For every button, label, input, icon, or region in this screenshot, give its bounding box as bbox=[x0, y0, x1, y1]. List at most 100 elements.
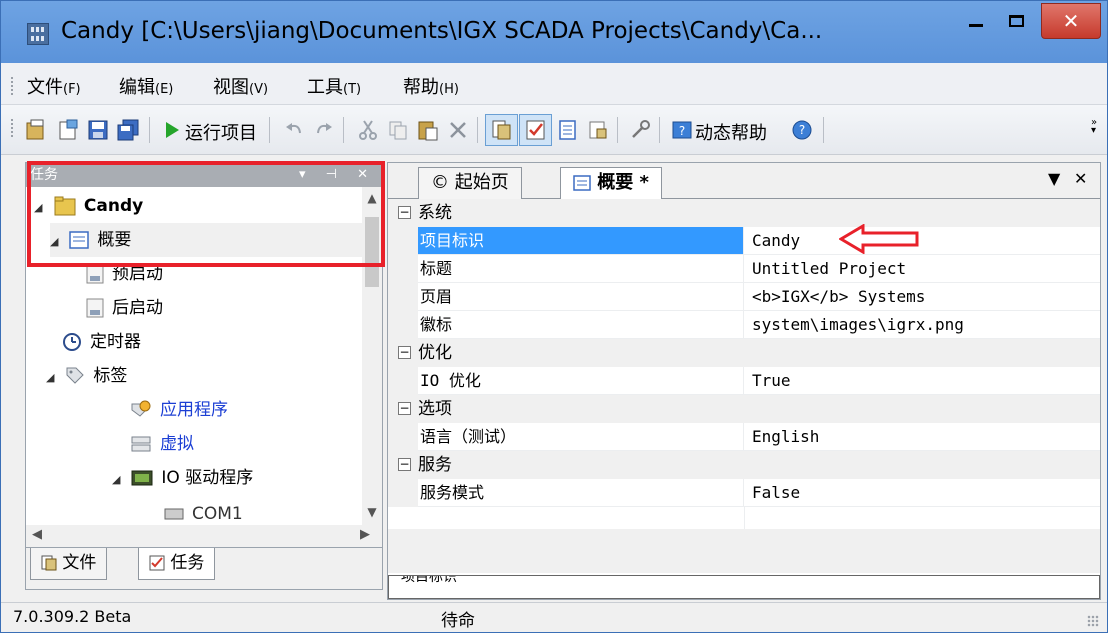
main-window: Candy [C:\Users\jiang\Documents\IGX SCAD… bbox=[0, 0, 1108, 633]
dynamic-help-icon[interactable]: ? bbox=[671, 119, 693, 141]
tasks-tab-icon bbox=[149, 555, 165, 571]
run-project-label[interactable]: 运行项目 bbox=[185, 119, 257, 145]
property-row[interactable]: 项目标识 Candy bbox=[388, 227, 1100, 255]
collapse-icon[interactable]: − bbox=[398, 458, 411, 471]
property-row[interactable]: 标题 Untitled Project bbox=[388, 255, 1100, 283]
tree-item-io-drivers[interactable]: ◢ IO 驱动程序 bbox=[112, 461, 253, 495]
tree-item-poststart[interactable]: 后启动 bbox=[86, 291, 163, 325]
tab-start-page[interactable]: © 起始页 bbox=[418, 167, 522, 199]
collapse-icon[interactable]: − bbox=[398, 402, 411, 415]
toolbar-separator bbox=[659, 117, 660, 143]
category-optimization[interactable]: − 优化 bbox=[388, 339, 1100, 367]
new-item-icon[interactable] bbox=[57, 119, 79, 141]
expand-icon[interactable]: ◢ bbox=[46, 361, 60, 395]
tree-horizontal-scrollbar[interactable]: ◀ ▶ bbox=[26, 525, 382, 547]
toolbar-separator bbox=[269, 117, 270, 143]
property-value[interactable]: system\images\igrx.png bbox=[744, 311, 1100, 339]
paste-icon[interactable] bbox=[417, 119, 439, 141]
property-value[interactable]: Untitled Project bbox=[744, 255, 1100, 283]
menu-edit[interactable]: 编辑(E) bbox=[119, 73, 173, 99]
window-title: Candy [C:\Users\jiang\Documents\IGX SCAD… bbox=[61, 18, 823, 44]
toolbar-overflow-icon[interactable]: » ▾ bbox=[1091, 118, 1097, 136]
scroll-down-icon[interactable]: ▼ bbox=[362, 505, 382, 519]
expand-icon[interactable]: ◢ bbox=[112, 463, 126, 497]
tasks-pane-icon bbox=[526, 120, 545, 140]
virtual-icon bbox=[131, 436, 151, 452]
property-key: 语言（测试） bbox=[418, 423, 744, 451]
menu-help[interactable]: 帮助(H) bbox=[403, 73, 459, 99]
copy-icon[interactable] bbox=[387, 119, 409, 141]
property-value[interactable]: False bbox=[744, 479, 1100, 507]
menu-bar: 文件(F) 编辑(E) 视图(V) 工具(T) 帮助(H) bbox=[1, 63, 1107, 105]
output-icon[interactable] bbox=[587, 119, 609, 141]
property-row[interactable]: 页眉 <b>IGX</b> Systems bbox=[388, 283, 1100, 311]
menu-view[interactable]: 视图(V) bbox=[213, 73, 268, 99]
editor-pane: © 起始页 概要 * ▼ ✕ − 系统 项目标识 Candy 标题 Untitl… bbox=[387, 162, 1101, 600]
description-splitter[interactable] bbox=[388, 529, 1100, 573]
com-port-icon bbox=[164, 508, 184, 520]
menu-grip[interactable] bbox=[11, 77, 13, 95]
scroll-left-icon[interactable]: ◀ bbox=[32, 527, 42, 542]
toolbar-separator bbox=[149, 117, 150, 143]
maximize-button[interactable] bbox=[996, 1, 1036, 39]
pane-tab-strip: 文件 任务 bbox=[26, 547, 382, 589]
save-all-icon[interactable] bbox=[117, 119, 139, 141]
new-project-icon[interactable] bbox=[25, 119, 47, 141]
property-key: IO 优化 bbox=[418, 367, 744, 395]
delete-icon[interactable] bbox=[447, 119, 469, 141]
tree-item-virtual[interactable]: 虚拟 bbox=[130, 427, 194, 461]
undo-icon[interactable] bbox=[283, 119, 305, 141]
collapse-icon[interactable]: − bbox=[398, 346, 411, 359]
property-row[interactable]: 语言（测试） English bbox=[388, 423, 1100, 451]
category-service[interactable]: − 服务 bbox=[388, 451, 1100, 479]
tab-files[interactable]: 文件 bbox=[30, 548, 108, 580]
property-row[interactable]: 服务模式 False bbox=[388, 479, 1100, 507]
help-icon[interactable]: ? bbox=[791, 119, 813, 141]
description-panel: 项目标识 bbox=[388, 575, 1100, 599]
tab-close-icon[interactable]: ✕ bbox=[1074, 169, 1087, 188]
minimize-button[interactable] bbox=[956, 1, 996, 39]
toolbar: 运行项目 ? 动态帮助 ? » ▾ bbox=[1, 105, 1107, 155]
property-key: 页眉 bbox=[418, 283, 744, 311]
title-bar[interactable]: Candy [C:\Users\jiang\Documents\IGX SCAD… bbox=[1, 1, 1107, 63]
summary-tab-icon bbox=[573, 175, 591, 191]
tools-icon[interactable] bbox=[629, 119, 651, 141]
property-row[interactable]: 徽标 system\images\igrx.png bbox=[388, 311, 1100, 339]
property-value[interactable]: True bbox=[744, 367, 1100, 395]
run-icon[interactable] bbox=[161, 119, 183, 141]
dynamic-help-label[interactable]: 动态帮助 bbox=[695, 119, 767, 145]
category-system[interactable]: − 系统 bbox=[388, 199, 1100, 227]
save-icon[interactable] bbox=[87, 119, 109, 141]
menu-file[interactable]: 文件(F) bbox=[27, 73, 81, 99]
tab-list-dropdown-icon[interactable]: ▼ bbox=[1048, 169, 1060, 188]
menu-tools[interactable]: 工具(T) bbox=[307, 73, 361, 99]
properties-icon[interactable] bbox=[557, 119, 579, 141]
io-driver-icon bbox=[131, 470, 153, 486]
tree-item-tags[interactable]: ◢ 标签 bbox=[46, 359, 127, 393]
description-title: 项目标识 bbox=[401, 575, 457, 585]
tab-summary[interactable]: 概要 * bbox=[560, 167, 662, 199]
toolbar-grip[interactable] bbox=[11, 119, 13, 137]
category-options[interactable]: − 选项 bbox=[388, 395, 1100, 423]
property-value[interactable]: English bbox=[744, 423, 1100, 451]
resize-grip-icon[interactable] bbox=[1087, 615, 1099, 627]
property-value[interactable]: Candy bbox=[744, 227, 1100, 255]
tree-item-timer[interactable]: 定时器 bbox=[62, 325, 141, 359]
collapse-icon[interactable]: − bbox=[398, 206, 411, 219]
property-row[interactable]: IO 优化 True bbox=[388, 367, 1100, 395]
version-text: 7.0.309.2 Beta bbox=[13, 607, 132, 626]
property-value[interactable]: <b>IGX</b> Systems bbox=[744, 283, 1100, 311]
annotation-highlight-box bbox=[27, 161, 385, 267]
app-icon bbox=[27, 23, 49, 45]
script-icon bbox=[86, 298, 104, 318]
tab-tasks[interactable]: 任务 bbox=[138, 548, 216, 580]
tree-item-partial[interactable]: COM1 bbox=[164, 497, 243, 525]
tree-item-application[interactable]: 应用程序 bbox=[130, 393, 228, 427]
property-key: 标题 bbox=[418, 255, 744, 283]
app-tags-icon bbox=[131, 400, 151, 417]
toolbar-separator bbox=[617, 117, 618, 143]
scroll-right-icon[interactable]: ▶ bbox=[360, 527, 370, 542]
cut-icon[interactable] bbox=[357, 119, 379, 141]
close-button[interactable]: ✕ bbox=[1041, 3, 1101, 39]
redo-icon[interactable] bbox=[313, 119, 335, 141]
